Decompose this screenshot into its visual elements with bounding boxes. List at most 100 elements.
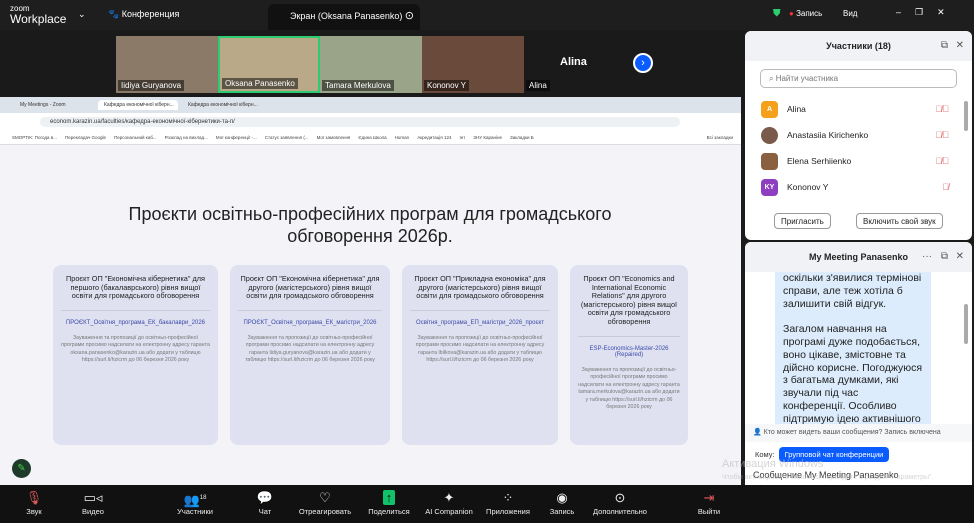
bookmark[interactable]: Єдина Школа [358, 135, 386, 140]
audio-button[interactable]: 🎙 Звук [20, 489, 48, 516]
browser-tab-active[interactable]: Кафедра економічної кіберн... [98, 100, 178, 110]
more-icon[interactable]: ⊙ [405, 9, 414, 22]
meeting-menu[interactable]: 🐾 Конференция [108, 9, 179, 20]
video-tile-name: Alina [526, 80, 550, 91]
ai-companion-button[interactable]: ✦ AI Companion [422, 489, 476, 516]
chat-privacy-notice[interactable]: 👤 Кто может видеть ваши сообщения? Запис… [745, 424, 972, 442]
mic-muted-video-off-icon: 🎙̸⃠ [935, 104, 954, 114]
search-icon: ⌕ [769, 74, 776, 83]
bookmark[interactable]: SMOPTIK: Погода в... [12, 135, 57, 140]
chat-title: My Meeting Panasenko [808, 252, 909, 262]
avatar: A [761, 100, 778, 118]
annotate-pen-icon[interactable]: ✎ [12, 459, 31, 478]
bookmark[interactable]: Мої замовлення [317, 135, 351, 140]
video-tile[interactable]: Iidiya Guryanova [116, 36, 218, 93]
scrollbar[interactable] [964, 101, 968, 131]
all-bookmarks[interactable]: Всі закладки [707, 135, 733, 140]
program-card: Проєкт ОП "Економічна кібернетика" для п… [53, 265, 218, 445]
view-button[interactable]: Вид [843, 9, 857, 18]
record-button[interactable]: ◉ Запись [545, 489, 579, 516]
windows-activation-watermark: Активация Windows [722, 458, 824, 470]
zoom-logo: zoom Workplace [10, 5, 66, 26]
participant-row[interactable]: Anastasiia Kirichenko 🎙̸⃠ [745, 122, 972, 148]
sparkle-icon: ✦ [443, 490, 455, 505]
bookmark[interactable]: Перекладач Google [65, 135, 106, 140]
screen-share-tab[interactable]: Экран (Oksana Panasenko) ⊙ [268, 4, 420, 30]
card-text: Зауваження та пропозиції до освітньо-про… [415, 334, 545, 364]
bookmark[interactable]: Інт [460, 135, 466, 140]
shield-icon: ⛊ [773, 8, 781, 19]
card-title: Проєкт ОП "Економічна кібернетика" для д… [238, 274, 382, 311]
video-tile[interactable]: Alina Alina [524, 36, 626, 93]
bookmark[interactable]: Акредитація 124 [417, 135, 451, 140]
video-tile[interactable]: Kononov Y [422, 36, 524, 93]
video-tile[interactable]: Tamara Merkulova [320, 36, 422, 93]
notice-text: Кто может видеть ваши сообщения? Запись … [763, 429, 941, 436]
card-link[interactable]: ПРОЄКТ_Освітня_програма_ЕК_магістри_2026 [238, 320, 382, 326]
bookmark[interactable]: Закладки Б [510, 135, 534, 140]
card-title: Проєкт ОП "Прикладна економіка" для друг… [410, 274, 550, 311]
video-tile-name: Oksana Panasenko [222, 78, 298, 89]
card-title: Проєкт ОП "Економічна кібернетика" для п… [61, 274, 210, 311]
share-icon: ↑ [366, 489, 412, 507]
participant-name: Alina [787, 104, 806, 114]
program-card: Проєкт ОП "Економічна кібернетика" для д… [230, 265, 390, 445]
participant-row[interactable]: A Alina 🎙̸⃠ [745, 96, 972, 122]
avatar [761, 126, 778, 144]
participant-name: Elena Serhiienko [787, 156, 852, 166]
card-link[interactable]: ESP-Economics-Master-2026 (Repaired) [578, 346, 680, 358]
participant-row[interactable]: Elena Serhiienko 🎙̸⃠ [745, 148, 972, 174]
card-link[interactable]: Освітня_програма_ЕП_магістри_2026_проєкт [410, 320, 550, 326]
video-button[interactable]: ▭◃ Видео [76, 489, 110, 516]
video-tile-active[interactable]: Oksana Panasenko [218, 36, 320, 93]
meeting-menu-label: Конференция [121, 9, 180, 19]
logo-big: Workplace [10, 12, 67, 26]
participant-search-input[interactable]: ⌕ Найти участника [760, 69, 957, 88]
page-title: Проєкти освітньо-професійних програм для… [128, 204, 612, 246]
window-controls[interactable]: –❐✕ [896, 7, 959, 18]
mic-muted-video-off-icon: 🎙̸⃠ [935, 156, 954, 166]
chat-button[interactable]: 💬 Чат [252, 489, 278, 516]
participant-name: Kononov Y [787, 182, 829, 192]
browser-tab[interactable]: My Meetings - Zoom [14, 100, 94, 110]
bookmark[interactable]: Статус заявлення (... [265, 135, 309, 140]
popout-icon[interactable]: ⧉ [941, 251, 948, 262]
close-icon[interactable]: ✕ [956, 251, 964, 262]
popout-icon[interactable]: ⧉ [941, 40, 948, 51]
scrollbar[interactable] [964, 304, 968, 344]
close-icon[interactable]: ✕ [956, 40, 964, 51]
toolbar-label: Чат [258, 507, 272, 516]
bookmark[interactable]: Розклад на вихлад... [165, 135, 208, 140]
more-icon[interactable]: ··· [922, 251, 932, 262]
next-videos-button[interactable]: › [633, 53, 653, 73]
apps-button[interactable]: ⁘ Приложения [482, 489, 534, 516]
chat-message: оскільки з'явилися термінові справи, але… [775, 272, 931, 424]
participant-row[interactable]: KY Kononov Y 🎙̸ [745, 174, 972, 200]
windows-activation-hint: Чтобы активировать Windows, перейдите в … [722, 474, 934, 481]
invite-button[interactable]: Пригласить [774, 213, 831, 229]
url-field[interactable]: econom.karazin.ua/faculties/кафедра-екон… [40, 116, 680, 127]
unmute-button[interactable]: Включить свой звук [856, 213, 943, 229]
leave-button[interactable]: ⇥ Выйти [694, 489, 724, 516]
chevron-down-icon[interactable]: ⌄ [78, 9, 86, 20]
recording-indicator[interactable]: ● Запись [789, 9, 822, 18]
card-link[interactable]: ПРОЄКТ_Освітня_програма_ЕК_бакалаври_202… [61, 320, 210, 326]
participants-title: Участники (18) [826, 41, 891, 51]
bookmark[interactable]: Human [395, 135, 410, 140]
avatar: KY [761, 178, 778, 196]
browser-tab[interactable]: Кафедра економічної кіберн... [182, 100, 262, 110]
mic-muted-icon: 🎙 [25, 490, 43, 505]
more-button[interactable]: ⊙ Дополнительно [588, 489, 652, 516]
share-button[interactable]: ↑ Поделиться [366, 489, 412, 516]
browser-tabs: My Meetings - Zoom Кафедра економічної к… [0, 97, 741, 113]
react-button[interactable]: ♡ Отреагировать [296, 489, 354, 516]
participant-name: Anastasiia Kirichenko [787, 130, 869, 140]
toolbar-label: Приложения [486, 507, 530, 516]
bookmark[interactable]: Мої конференції -... [216, 135, 257, 140]
bookmark[interactable]: ЗНУ Караніне [473, 135, 502, 140]
toolbar-label: AI Companion [425, 507, 473, 516]
bookmark[interactable]: Персональний каб... [114, 135, 157, 140]
record-icon: ◉ [556, 490, 568, 505]
participants-button[interactable]: 👥18 Участники [174, 489, 216, 516]
chat-header: My Meeting Panasenko ··· ⧉ ✕ [745, 242, 972, 272]
